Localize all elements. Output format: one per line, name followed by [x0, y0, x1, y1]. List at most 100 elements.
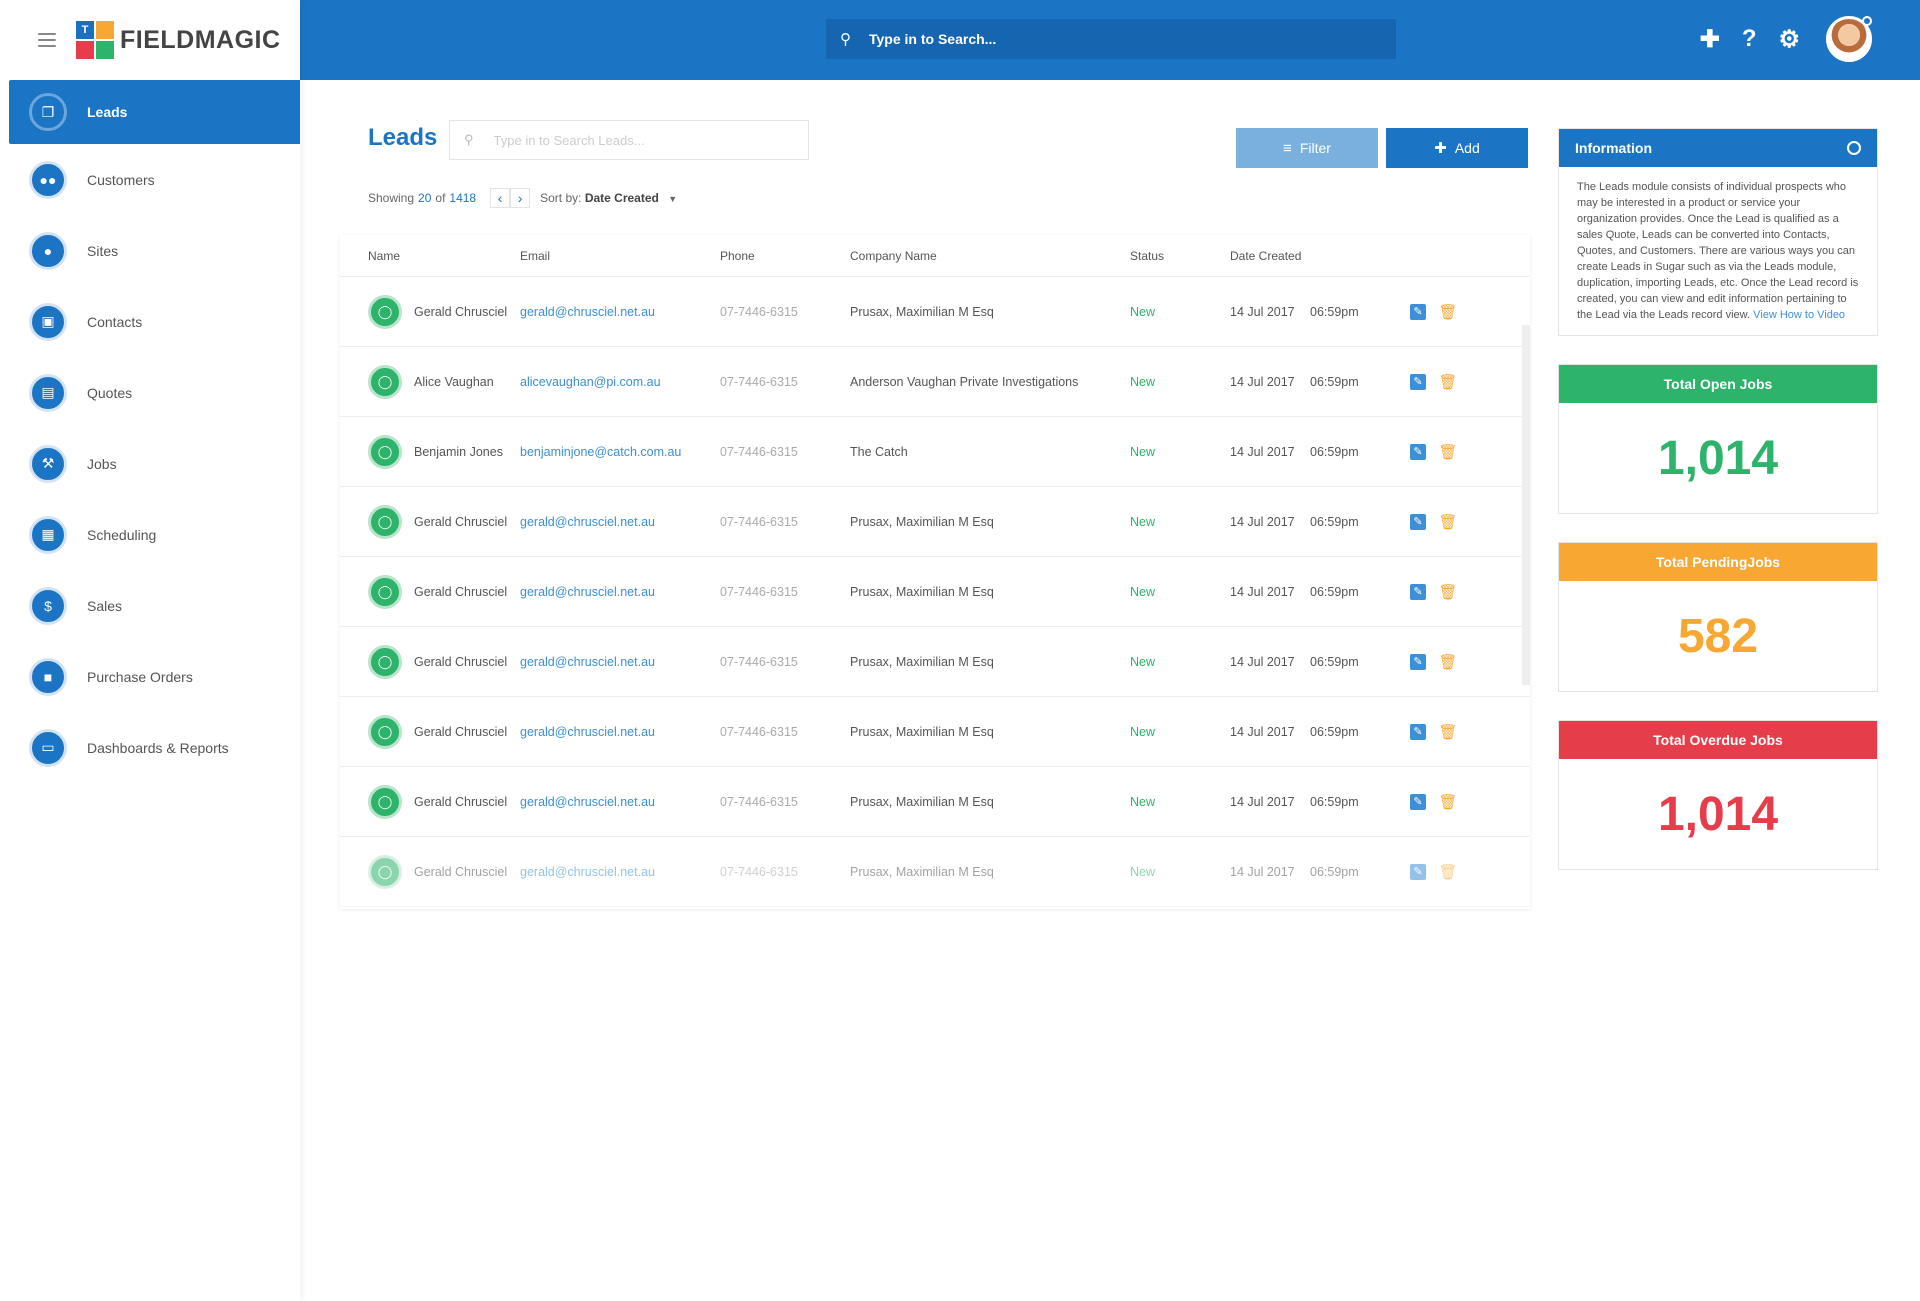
cell-email[interactable]: gerald@chrusciel.net.au	[520, 655, 720, 669]
status-badge: New	[1130, 374, 1156, 389]
trash-icon[interactable]: 🗑	[1438, 724, 1457, 741]
help-circle-icon[interactable]	[1847, 141, 1861, 155]
table-row[interactable]: ◯ Gerald Chrusciel gerald@chrusciel.net.au…	[340, 487, 1530, 557]
header-status[interactable]: Status	[1130, 249, 1230, 263]
table-row[interactable]: ◯ Gerald Chrusciel gerald@chrusciel.net.au…	[340, 277, 1530, 347]
sort-dropdown[interactable]: Sort by: Date Created ▼	[540, 191, 677, 205]
edit-icon[interactable]: ✎	[1410, 863, 1426, 880]
cell-email[interactable]: benjaminjone@catch.com.au	[520, 445, 720, 459]
edit-icon[interactable]: ✎	[1410, 653, 1426, 670]
cell-company: Prusax, Maximilian M Esq	[850, 794, 994, 809]
sidebar-item-purchase-orders[interactable]: ■ Purchase Orders	[0, 641, 300, 712]
sidebar-item-scheduling[interactable]: ▦ Scheduling	[0, 499, 300, 570]
sidebar: T FIELDMAGIC ❐ Leads ●● Customers ● Site…	[0, 0, 300, 1301]
cell-date: 14 Jul 2017	[1230, 724, 1295, 739]
sidebar-item-label: Dashboards & Reports	[87, 739, 229, 756]
edit-icon[interactable]: ✎	[1410, 723, 1426, 740]
table-row[interactable]: ◯ Gerald Chrusciel gerald@chrusciel.net.au…	[340, 697, 1530, 767]
chevron-right-icon[interactable]: ›	[510, 188, 531, 208]
logo[interactable]: T FIELDMAGIC	[76, 21, 281, 59]
sidebar-item-leads[interactable]: ❐ Leads	[9, 80, 300, 144]
hamburger-menu-icon[interactable]	[38, 33, 56, 47]
row-actions: ✎ 🗑	[1410, 863, 1500, 881]
row-actions: ✎ 🗑	[1410, 303, 1500, 321]
edit-icon[interactable]: ✎	[1410, 513, 1426, 530]
lead-name[interactable]: Benjamin Jones	[414, 445, 503, 459]
chevron-left-icon[interactable]: ‹	[490, 188, 511, 208]
help-icon[interactable]: ?	[1742, 25, 1757, 53]
lead-name[interactable]: Gerald Chrusciel	[414, 725, 507, 739]
table-scrollbar[interactable]	[1522, 325, 1530, 685]
sidebar-item-jobs[interactable]: ⚒ Jobs	[0, 428, 300, 499]
trash-icon[interactable]: 🗑	[1438, 654, 1457, 671]
sidebar-item-label: Scheduling	[87, 526, 157, 543]
edit-icon[interactable]: ✎	[1410, 303, 1426, 320]
edit-icon[interactable]: ✎	[1410, 373, 1426, 390]
cell-email[interactable]: gerald@chrusciel.net.au	[520, 305, 720, 319]
header-phone[interactable]: Phone	[720, 249, 850, 263]
sidebar-item-sites[interactable]: ● Sites	[0, 215, 300, 286]
global-search-input[interactable]	[869, 31, 1349, 47]
cell-email[interactable]: alicevaughan@pi.com.au	[520, 375, 720, 389]
cell-email[interactable]: gerald@chrusciel.net.au	[520, 795, 720, 809]
leads-search-input[interactable]	[493, 132, 784, 148]
trash-icon[interactable]: 🗑	[1438, 794, 1457, 811]
cell-email[interactable]: gerald@chrusciel.net.au	[520, 585, 720, 599]
status-badge: New	[1130, 584, 1156, 599]
lead-name[interactable]: Gerald Chrusciel	[414, 865, 507, 879]
cell-company: Prusax, Maximilian M Esq	[850, 514, 994, 529]
sidebar-item-customers[interactable]: ●● Customers	[0, 144, 300, 215]
filter-button[interactable]: ≡ Filter	[1236, 128, 1378, 168]
document-icon: ▤	[29, 373, 67, 412]
stat-value: 1,014	[1657, 431, 1779, 485]
lead-name[interactable]: Gerald Chrusciel	[414, 305, 507, 319]
table-row[interactable]: ◯ Alice Vaughan alicevaughan@pi.com.au 07-7…	[340, 347, 1530, 417]
sidebar-item-sales[interactable]: $ Sales	[0, 570, 300, 641]
leads-search[interactable]: ⚲	[449, 120, 809, 160]
trash-icon[interactable]: 🗑	[1438, 864, 1457, 881]
header-name[interactable]: Name	[340, 249, 520, 263]
gear-icon[interactable]: ⚙	[1778, 25, 1800, 54]
header-date-created[interactable]: Date Created	[1230, 249, 1310, 263]
edit-icon[interactable]: ✎	[1410, 793, 1426, 810]
trash-icon[interactable]: 🗑	[1438, 304, 1457, 321]
table-row[interactable]: ◯ Benjamin Jones benjaminjone@catch.com.au…	[340, 417, 1530, 487]
leads-table: Name Email Phone Company Name Status Dat…	[340, 235, 1530, 909]
sidebar-item-dashboards-reports[interactable]: ▭ Dashboards & Reports	[0, 712, 300, 783]
header-company[interactable]: Company Name	[850, 249, 1130, 263]
row-actions: ✎ 🗑	[1410, 373, 1500, 391]
sidebar-item-contacts[interactable]: ▣ Contacts	[0, 286, 300, 357]
view-video-link[interactable]: View How to Video	[1753, 309, 1845, 321]
table-row[interactable]: ◯ Gerald Chrusciel gerald@chrusciel.net.au…	[340, 627, 1530, 697]
information-header: Information	[1559, 129, 1877, 167]
lead-name[interactable]: Gerald Chrusciel	[414, 795, 507, 809]
avatar[interactable]	[1826, 16, 1872, 62]
plus-icon[interactable]: ✚	[1700, 25, 1720, 54]
trash-icon[interactable]: 🗑	[1438, 444, 1457, 461]
trash-icon[interactable]: 🗑	[1438, 514, 1457, 531]
lead-name[interactable]: Alice Vaughan	[414, 375, 494, 389]
cell-name: ◯ Gerald Chrusciel	[340, 854, 520, 889]
cell-email[interactable]: gerald@chrusciel.net.au	[520, 725, 720, 739]
user-icon: ◯	[368, 364, 402, 399]
cell-email[interactable]: gerald@chrusciel.net.au	[520, 865, 720, 879]
lead-name[interactable]: Gerald Chrusciel	[414, 655, 507, 669]
trash-icon[interactable]: 🗑	[1438, 374, 1457, 391]
lead-name[interactable]: Gerald Chrusciel	[414, 585, 507, 599]
add-button[interactable]: ✚ Add	[1386, 128, 1528, 168]
sidebar-item-quotes[interactable]: ▤ Quotes	[0, 357, 300, 428]
global-search[interactable]: ⚲	[826, 19, 1396, 59]
stat-title: Total PendingJobs	[1559, 543, 1877, 581]
table-row[interactable]: ◯ Gerald Chrusciel gerald@chrusciel.net.au…	[340, 837, 1530, 907]
stat-open-jobs: Total Open Jobs 1,014	[1558, 364, 1878, 514]
brand-name: FIELDMAGIC	[120, 25, 281, 54]
information-text: The Leads module consists of individual …	[1577, 181, 1859, 321]
edit-icon[interactable]: ✎	[1410, 583, 1426, 600]
table-row[interactable]: ◯ Gerald Chrusciel gerald@chrusciel.net.au…	[340, 557, 1530, 627]
header-email[interactable]: Email	[520, 249, 720, 263]
cell-email[interactable]: gerald@chrusciel.net.au	[520, 515, 720, 529]
edit-icon[interactable]: ✎	[1410, 443, 1426, 460]
trash-icon[interactable]: 🗑	[1438, 584, 1457, 601]
lead-name[interactable]: Gerald Chrusciel	[414, 515, 507, 529]
table-row[interactable]: ◯ Gerald Chrusciel gerald@chrusciel.net.au…	[340, 767, 1530, 837]
